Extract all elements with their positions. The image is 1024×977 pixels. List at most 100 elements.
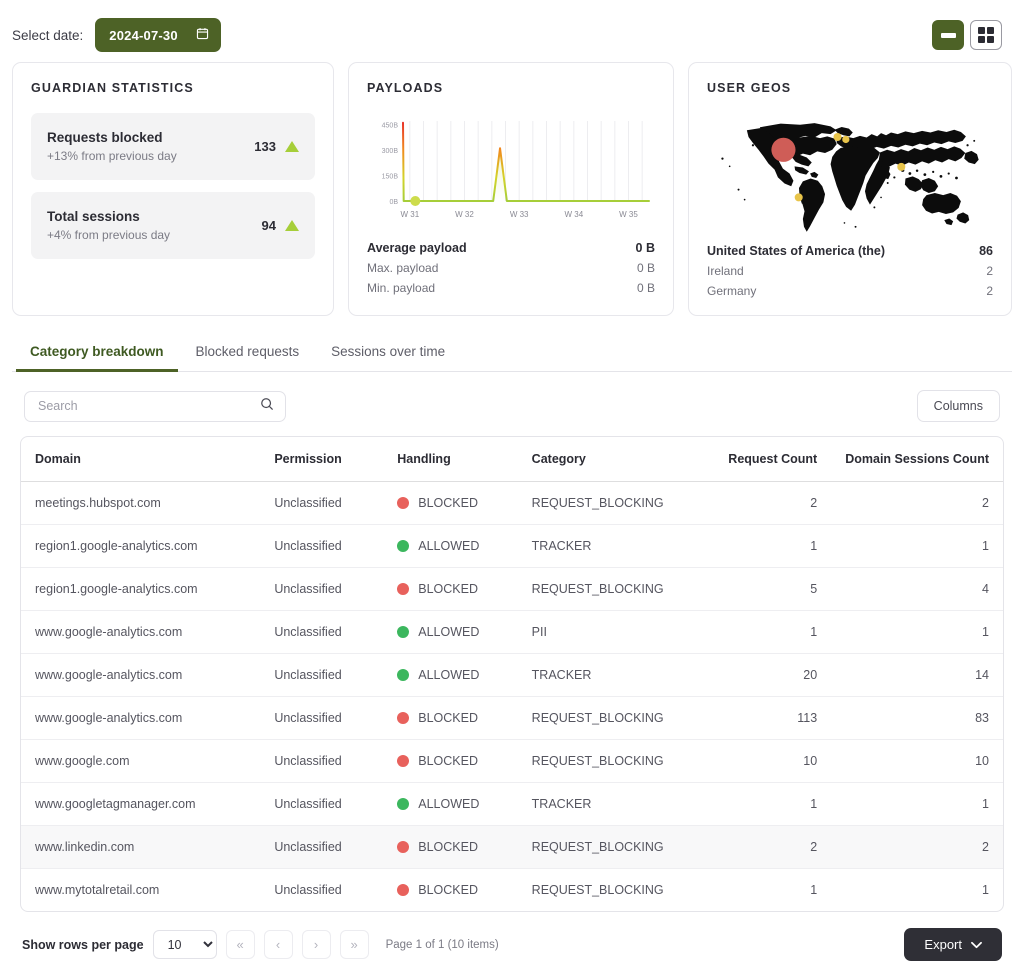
map-bubble-united-states bbox=[771, 137, 796, 162]
cell-permission: Unclassified bbox=[260, 653, 384, 697]
search-box[interactable] bbox=[24, 390, 286, 422]
column-header-request-count[interactable]: Request Count bbox=[714, 437, 832, 482]
top-bar: Select date: 2024-07-30 bbox=[0, 0, 1024, 62]
table-row[interactable]: region1.google-analytics.com Unclassified… bbox=[21, 567, 1003, 611]
cell-domain: www.google-analytics.com bbox=[21, 610, 261, 654]
cell-handling: BLOCKED bbox=[383, 567, 518, 611]
geo-row-germany-label: Germany bbox=[707, 284, 757, 298]
cell-handling-label: BLOCKED bbox=[418, 840, 478, 854]
geo-row-usa-value: 86 bbox=[979, 244, 993, 258]
geo-row-germany-value: 2 bbox=[986, 284, 993, 298]
chevron-right-icon: › bbox=[313, 937, 319, 952]
cell-request-count: 10 bbox=[714, 739, 832, 783]
rows-per-page-label: Show rows per page bbox=[22, 937, 144, 952]
cell-handling-label: BLOCKED bbox=[418, 883, 478, 897]
svg-text:W 35: W 35 bbox=[619, 210, 638, 219]
cell-category: TRACKER bbox=[517, 524, 715, 568]
table-head: Domain Permission Handling Category Requ… bbox=[21, 437, 1003, 482]
cell-handling-label: ALLOWED bbox=[418, 668, 480, 682]
grid-view-button[interactable] bbox=[970, 20, 1002, 50]
last-page-button[interactable]: » bbox=[339, 930, 369, 959]
cell-sessions-count: 10 bbox=[831, 739, 1003, 783]
table-row[interactable]: www.linkedin.com Unclassified BLOCKED REQUE… bbox=[21, 825, 1003, 869]
average-payload-row: Average payload 0 B bbox=[367, 235, 655, 258]
stat-requests-blocked-label: Requests blocked bbox=[47, 130, 163, 145]
cell-domain: www.linkedin.com bbox=[21, 825, 261, 869]
cell-handling: BLOCKED bbox=[383, 739, 518, 783]
cell-category: REQUEST_BLOCKING bbox=[531, 883, 664, 897]
svg-text:450B: 450B bbox=[382, 122, 399, 129]
cell-handling: ALLOWED bbox=[383, 782, 518, 826]
cell-domain: meetings.hubspot.com bbox=[21, 481, 261, 525]
stat-requests-blocked: Requests blocked +13% from previous day … bbox=[31, 113, 315, 180]
column-header-permission[interactable]: Permission bbox=[260, 437, 384, 482]
max-payload-value: 0 B bbox=[636, 261, 655, 275]
table-row[interactable]: www.mytotalretail.com Unclassified BLOCKED… bbox=[21, 869, 1003, 912]
cell-request-count: 2 bbox=[714, 825, 832, 869]
list-view-button[interactable] bbox=[932, 20, 964, 50]
cell-handling: ALLOWED bbox=[383, 610, 518, 654]
cell-permission: Unclassified bbox=[260, 696, 384, 740]
cell-domain: www.google-analytics.com bbox=[21, 696, 261, 740]
cell-handling: BLOCKED bbox=[383, 696, 518, 740]
table-row[interactable]: www.google-analytics.com Unclassified ALLO… bbox=[21, 610, 1003, 654]
category-breakdown-table-card: Domain Permission Handling Category Requ… bbox=[20, 436, 1004, 912]
min-payload-label: Min. payload bbox=[367, 281, 436, 295]
column-header-handling[interactable]: Handling bbox=[383, 437, 518, 482]
cell-request-count: 113 bbox=[714, 696, 832, 740]
payloads-title: PAYLOADS bbox=[367, 81, 444, 95]
map-bubble-india bbox=[897, 162, 906, 171]
chart-area-fill bbox=[403, 122, 649, 201]
next-page-button[interactable]: › bbox=[301, 930, 331, 959]
cell-sessions-count: 1 bbox=[982, 883, 989, 897]
export-button-label: Export bbox=[924, 937, 962, 952]
export-button[interactable]: Export bbox=[904, 928, 1002, 961]
cell-request-count: 20 bbox=[714, 653, 832, 697]
world-map-icon bbox=[721, 123, 979, 232]
cell-handling: BLOCKED bbox=[383, 825, 518, 869]
tab-sessions-over-time[interactable]: Sessions over time bbox=[317, 338, 459, 372]
column-header-category[interactable]: Category bbox=[517, 437, 715, 482]
first-page-button[interactable]: « bbox=[225, 930, 255, 959]
status-allowed-icon bbox=[397, 626, 410, 638]
cell-handling: ALLOWED bbox=[383, 524, 518, 568]
cell-permission: Unclassified bbox=[260, 782, 384, 826]
cell-sessions-count: 1 bbox=[831, 782, 1003, 826]
cell-category: TRACKER bbox=[517, 782, 715, 826]
average-payload-value: 0 B bbox=[635, 241, 655, 255]
rows-per-page-select[interactable]: 102550100 bbox=[152, 930, 217, 959]
column-header-domain[interactable]: Domain bbox=[21, 437, 261, 482]
search-input[interactable] bbox=[36, 398, 260, 414]
cell-category: REQUEST_BLOCKING bbox=[517, 739, 715, 783]
table-row[interactable]: www.google-analytics.com Unclassified ALLO… bbox=[21, 653, 1003, 697]
date-picker-button[interactable]: 2024-07-30 bbox=[95, 18, 221, 52]
cell-category: REQUEST_BLOCKING bbox=[517, 696, 715, 740]
tab-blocked-requests[interactable]: Blocked requests bbox=[182, 338, 314, 372]
chevron-double-right-icon: » bbox=[350, 937, 358, 952]
table-row[interactable]: www.google.com Unclassified BLOCKED REQUEST… bbox=[21, 739, 1003, 783]
cell-category: REQUEST_BLOCKING bbox=[517, 481, 715, 525]
grid-view-icon bbox=[978, 27, 994, 43]
column-header-sessions-count[interactable]: Domain Sessions Count bbox=[831, 437, 1003, 482]
cell-handling-label: BLOCKED bbox=[418, 711, 478, 725]
table-row[interactable]: www.google-analytics.com Unclassified BLOC… bbox=[21, 696, 1003, 740]
stat-requests-blocked-delta: +13% from previous day bbox=[47, 149, 177, 163]
table-footer: Show rows per page 102550100 « ‹ › » Pag… bbox=[0, 912, 1024, 977]
cell-sessions-count: 1 bbox=[831, 610, 1003, 654]
pagination-controls: Show rows per page 102550100 « ‹ › » Pag… bbox=[22, 930, 499, 959]
cell-domain: www.googletagmanager.com bbox=[21, 782, 261, 826]
prev-page-button[interactable]: ‹ bbox=[263, 930, 293, 959]
cell-domain: www.google-analytics.com bbox=[21, 653, 261, 697]
cell-handling: BLOCKED bbox=[383, 869, 517, 912]
columns-button[interactable]: Columns bbox=[916, 390, 1000, 422]
list-view-icon bbox=[940, 32, 956, 38]
cell-handling: ALLOWED bbox=[383, 653, 518, 697]
tab-category-breakdown[interactable]: Category breakdown bbox=[16, 338, 178, 372]
table-row[interactable]: region1.google-analytics.com Unclassified… bbox=[21, 524, 1003, 568]
cell-handling-label: BLOCKED bbox=[418, 582, 478, 596]
table-row[interactable]: www.googletagmanager.com Unclassified ALLO… bbox=[21, 782, 1003, 826]
cell-request-count: 1 bbox=[714, 524, 832, 568]
cell-sessions-count: 1 bbox=[831, 524, 1003, 568]
user-geos-title: USER GEOS bbox=[707, 81, 792, 95]
table-row[interactable]: meetings.hubspot.com Unclassified BLOCKED R… bbox=[21, 481, 1003, 525]
